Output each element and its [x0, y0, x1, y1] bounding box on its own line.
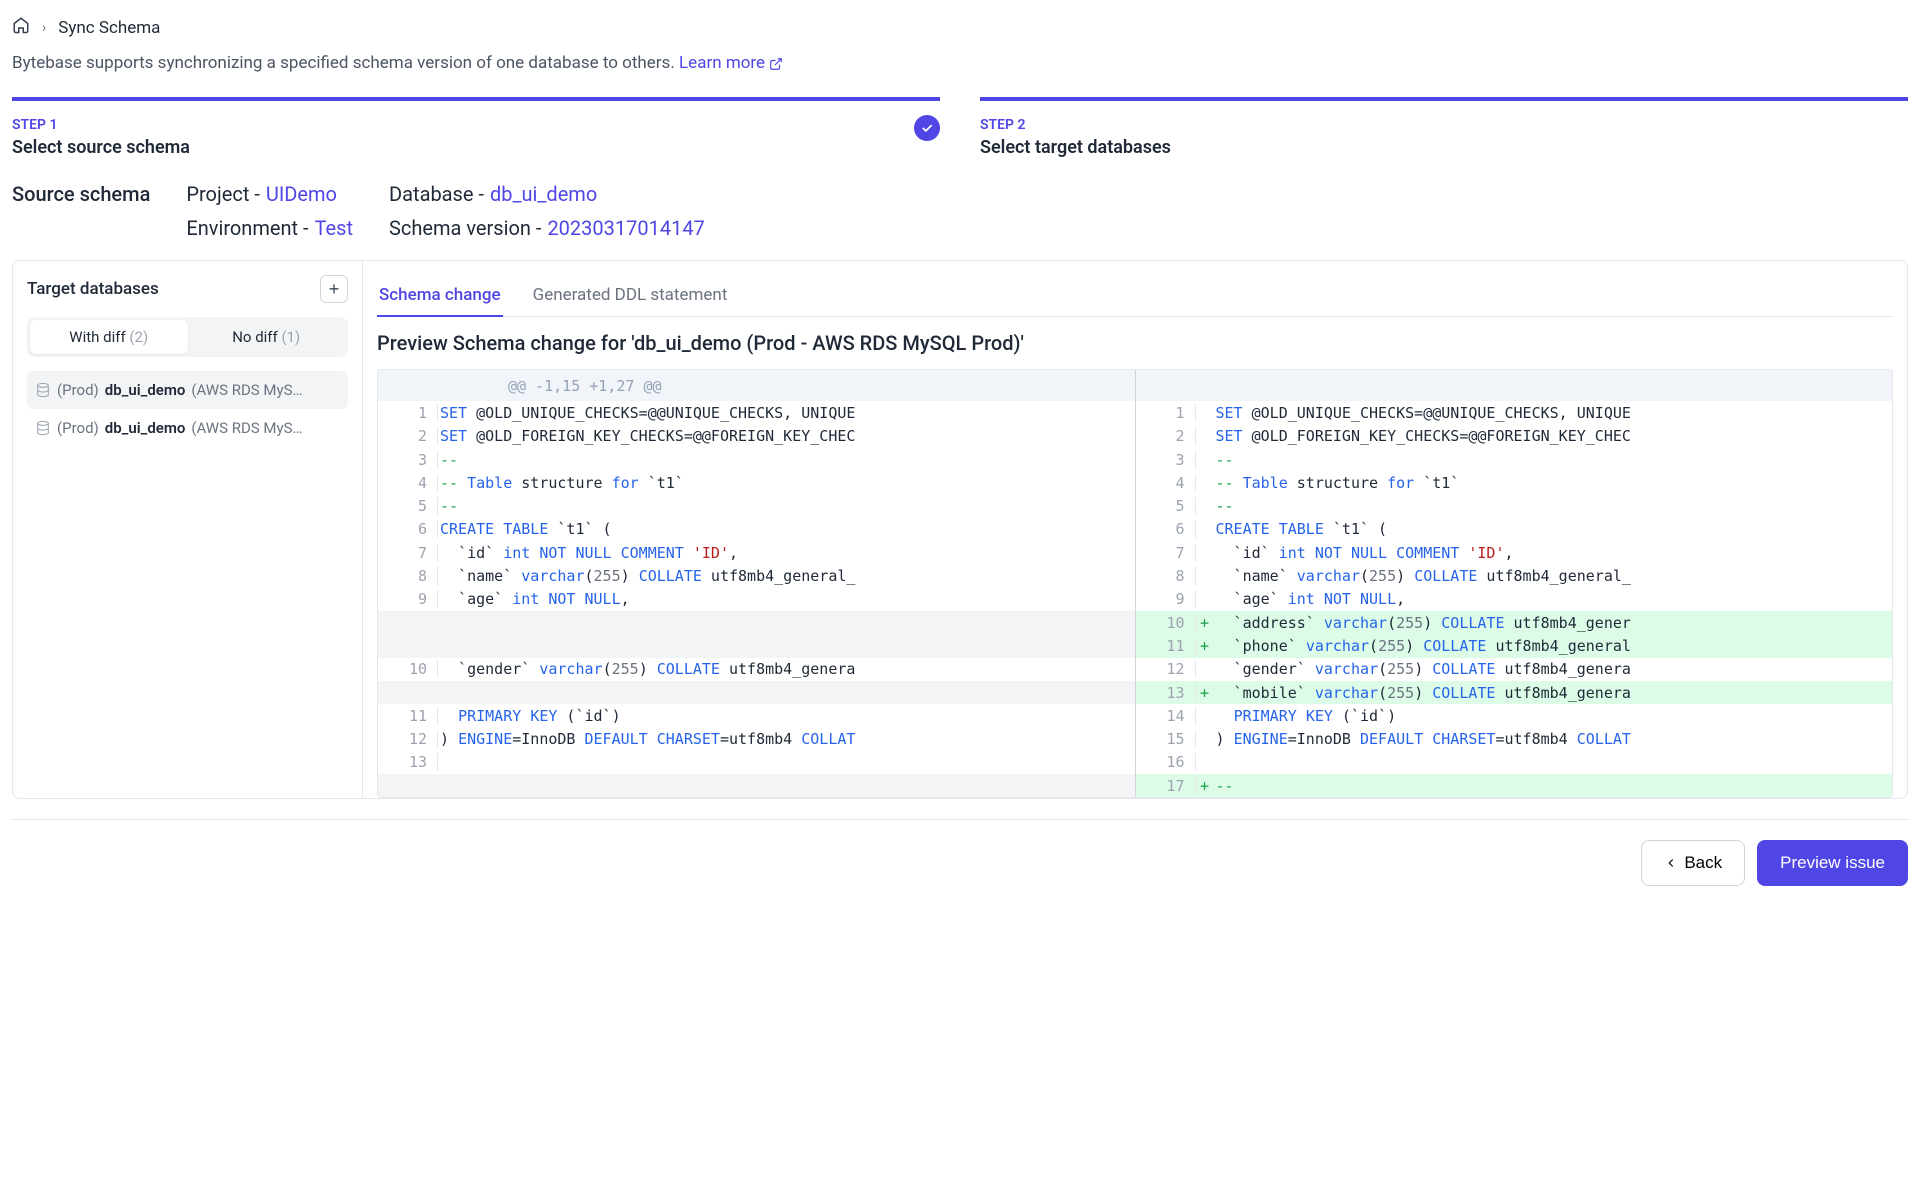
target-db-item[interactable]: (Prod) db_ui_demo (AWS RDS MyS…	[27, 371, 348, 409]
diff-line: 8 `name` varchar(255) COLLATE utf8mb4_ge…	[1136, 564, 1893, 587]
diff-line: 8 `name` varchar(255) COLLATE utf8mb4_ge…	[378, 564, 1135, 587]
diff-line	[378, 634, 1135, 657]
page-subtitle: Bytebase supports synchronizing a specif…	[12, 53, 1908, 73]
diff-line: 9 `age` int NOT NULL,	[378, 588, 1135, 611]
breadcrumb: › Sync Schema	[12, 12, 1908, 43]
diff-line: 7 `id` int NOT NULL COMMENT 'ID',	[378, 541, 1135, 564]
diff-line: 11+ `phone` varchar(255) COLLATE utf8mb4…	[1136, 634, 1893, 657]
diff-line: 7 `id` int NOT NULL COMMENT 'ID',	[1136, 541, 1893, 564]
breadcrumb-title: Sync Schema	[58, 18, 160, 38]
filter-with-diff[interactable]: With diff (2)	[30, 320, 188, 354]
tab-ddl-statement[interactable]: Generated DDL statement	[531, 275, 730, 317]
diff-line: 5 --	[1136, 494, 1893, 517]
step-2-title: Select target databases	[980, 137, 1908, 158]
diff-line	[378, 611, 1135, 634]
diff-line: 10+ `address` varchar(255) COLLATE utf8m…	[1136, 611, 1893, 634]
diff-line: 17+--	[1136, 774, 1893, 797]
database-label: Database -	[389, 182, 484, 206]
filter-no-diff[interactable]: No diff (1)	[188, 320, 346, 354]
project-link[interactable]: UIDemo	[266, 182, 337, 206]
target-db-sidebar: Target databases + With diff (2) No diff…	[13, 261, 363, 798]
database-icon	[35, 420, 51, 436]
diff-line: 3--	[378, 448, 1135, 471]
diff-line: 4 -- Table structure for `t1`	[1136, 471, 1893, 494]
check-icon	[914, 115, 940, 141]
back-button[interactable]: Back	[1641, 840, 1745, 886]
diff-line: 1 SET @OLD_UNIQUE_CHECKS=@@UNIQUE_CHECKS…	[1136, 401, 1893, 424]
learn-more-link[interactable]: Learn more	[679, 53, 783, 73]
diff-hunk-header: @@ -1,15 +1,27 @@	[438, 377, 1135, 395]
preview-issue-button[interactable]: Preview issue	[1757, 840, 1908, 886]
diff-line: 12 `gender` varchar(255) COLLATE utf8mb4…	[1136, 658, 1893, 681]
sidebar-title: Target databases	[27, 279, 159, 299]
diff-line: 1SET @OLD_UNIQUE_CHECKS=@@UNIQUE_CHECKS,…	[378, 401, 1135, 424]
home-icon[interactable]	[12, 16, 30, 39]
diff-line: 3 --	[1136, 448, 1893, 471]
step-1-label: STEP 1	[12, 117, 940, 133]
diff-line: 14 PRIMARY KEY (`id`)	[1136, 704, 1893, 727]
target-db-item[interactable]: (Prod) db_ui_demo (AWS RDS MyS…	[27, 409, 348, 447]
diff-line: 2SET @OLD_FOREIGN_KEY_CHECKS=@@FOREIGN_K…	[378, 425, 1135, 448]
diff-line: 2 SET @OLD_FOREIGN_KEY_CHECKS=@@FOREIGN_…	[1136, 425, 1893, 448]
preview-title: Preview Schema change for 'db_ui_demo (P…	[377, 331, 1893, 355]
environment-link[interactable]: Test	[315, 216, 353, 240]
diff-line	[378, 681, 1135, 704]
step-2-label: STEP 2	[980, 117, 1908, 133]
project-label: Project -	[186, 182, 260, 206]
diff-line	[378, 774, 1135, 797]
schema-version-link[interactable]: 20230317014147	[547, 216, 704, 240]
environment-label: Environment -	[186, 216, 308, 240]
diff-line: 13+ `mobile` varchar(255) COLLATE utf8mb…	[1136, 681, 1893, 704]
diff-line: 9 `age` int NOT NULL,	[1136, 588, 1893, 611]
tab-schema-change[interactable]: Schema change	[377, 275, 503, 317]
schema-version-label: Schema version -	[389, 216, 541, 240]
diff-line: 13	[378, 751, 1135, 774]
diff-view: @@ -1,15 +1,27 @@ 1SET @OLD_UNIQUE_CHECKS…	[377, 369, 1893, 798]
diff-line: 6 CREATE TABLE `t1` (	[1136, 518, 1893, 541]
add-target-button[interactable]: +	[320, 275, 348, 303]
step-2[interactable]: STEP 2 Select target databases	[980, 97, 1908, 158]
database-icon	[35, 382, 51, 398]
diff-line: 12) ENGINE=InnoDB DEFAULT CHARSET=utf8mb…	[378, 727, 1135, 750]
diff-line: 16	[1136, 751, 1893, 774]
diff-line: 5--	[378, 494, 1135, 517]
diff-line: 15 ) ENGINE=InnoDB DEFAULT CHARSET=utf8m…	[1136, 727, 1893, 750]
diff-line: 10 `gender` varchar(255) COLLATE utf8mb4…	[378, 658, 1135, 681]
source-schema-heading: Source schema	[12, 182, 150, 240]
diff-line: 4-- Table structure for `t1`	[378, 471, 1135, 494]
step-1-title: Select source schema	[12, 137, 940, 158]
diff-line: 6CREATE TABLE `t1` (	[378, 518, 1135, 541]
diff-line: 11 PRIMARY KEY (`id`)	[378, 704, 1135, 727]
step-1[interactable]: STEP 1 Select source schema	[12, 97, 940, 158]
database-link[interactable]: db_ui_demo	[490, 182, 597, 206]
chevron-right-icon: ›	[42, 20, 46, 36]
